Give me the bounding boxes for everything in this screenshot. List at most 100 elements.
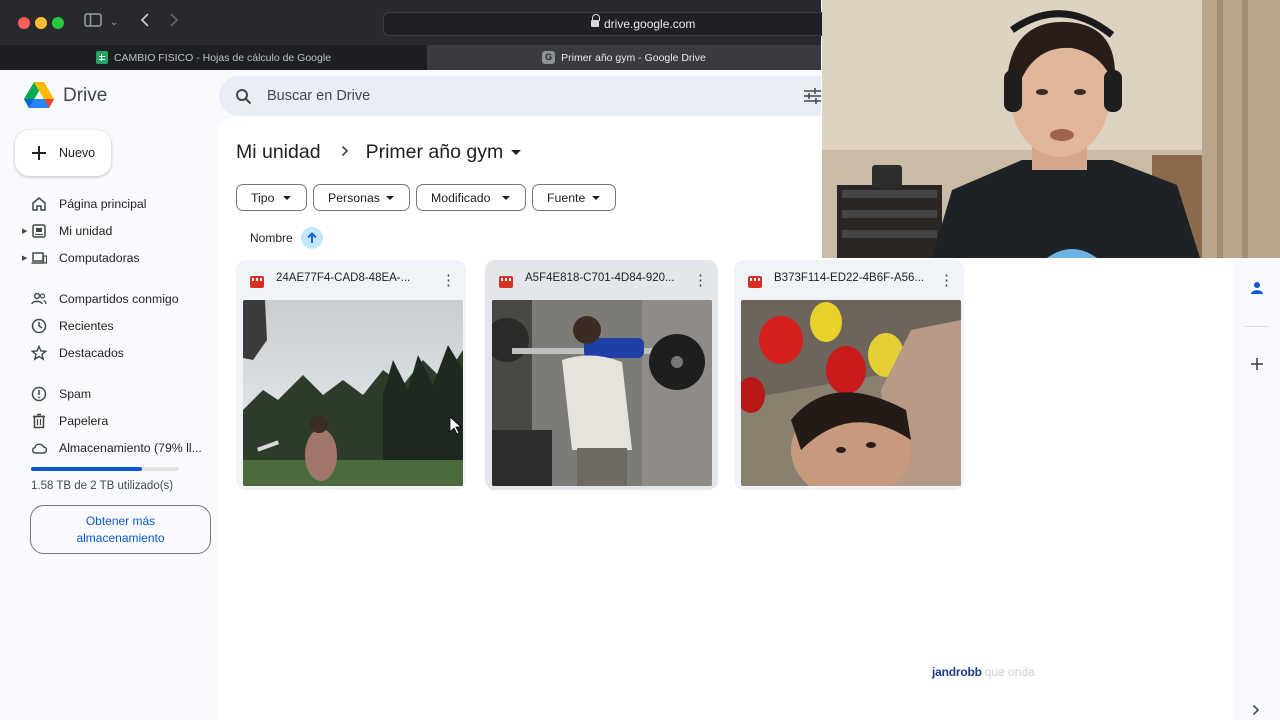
address-url: drive.google.com <box>604 17 696 31</box>
sidebar-item-label: Spam <box>59 387 92 401</box>
tab-label: CAMBIO FISICO - Hojas de cálculo de Goog… <box>113 51 332 64</box>
new-button-label: Nuevo <box>59 146 96 160</box>
chat-username: jandrobb <box>932 665 982 679</box>
sidebar-item-label: Página principal <box>59 197 147 211</box>
search-bar[interactable]: Buscar en Drive <box>219 76 821 116</box>
sidebar-item-home[interactable]: Página principal <box>0 192 218 216</box>
file-card[interactable]: A5F4E818-C701-4D84-920... ⋮ <box>485 260 718 490</box>
sidebar-item-storage[interactable]: Almacenamiento (79% ll... <box>0 436 218 460</box>
sidebar-toggle-icon[interactable] <box>84 12 102 35</box>
filter-type[interactable]: Tipo <box>236 184 307 211</box>
filter-label: Fuente <box>547 190 586 205</box>
add-addon-icon[interactable] <box>1250 357 1264 371</box>
sheets-icon <box>95 51 108 64</box>
expand-caret-icon[interactable]: ▶ <box>22 254 27 262</box>
webcam-overlay <box>822 0 1280 258</box>
sort-control[interactable]: Nombre <box>250 227 323 249</box>
video-thumbnail[interactable] <box>492 300 712 486</box>
close-window-button[interactable] <box>18 17 30 29</box>
sidebar-item-recent[interactable]: Recientes <box>0 314 218 338</box>
caret-down-icon <box>592 196 600 200</box>
chat-overlay: jandrobb que onda <box>932 665 1035 679</box>
maximize-window-button[interactable] <box>52 17 64 29</box>
breadcrumb-root[interactable]: Mi unidad <box>236 141 321 164</box>
sidebar-item-computers[interactable]: ▶ Computadoras <box>0 246 218 270</box>
folder-title: Primer año gym <box>365 141 504 163</box>
right-side-panel <box>1233 258 1280 720</box>
sidebar-item-label: Recientes <box>59 319 114 333</box>
back-arrow-icon[interactable] <box>139 12 151 35</box>
video-thumbnail[interactable] <box>741 300 961 486</box>
filter-label: Modificado <box>431 190 491 205</box>
star-icon <box>31 345 47 361</box>
sidebar-item-label: Compartidos conmigo <box>59 292 179 306</box>
new-button[interactable]: Nuevo <box>15 130 111 176</box>
video-file-icon <box>499 276 513 288</box>
chevron-right-icon[interactable] <box>1252 704 1260 716</box>
search-options-icon[interactable] <box>804 88 821 109</box>
home-icon <box>32 197 46 211</box>
contacts-icon[interactable] <box>1250 281 1264 295</box>
drive-logo-icon <box>24 82 54 108</box>
chat-message: que onda <box>984 665 1035 679</box>
sidebar: Nuevo Página principal ▶ Mi unidad ▶ Com… <box>0 120 218 720</box>
filter-label: Tipo <box>251 190 275 205</box>
filter-people[interactable]: Personas <box>313 184 410 211</box>
file-name: 24AE77F4-CAD8-48EA-... <box>276 272 411 284</box>
tab-primer-ano-gym[interactable]: G Primer año gym - Google Drive <box>427 45 821 70</box>
sidebar-item-label: Almacenamiento (79% ll... <box>59 441 202 455</box>
caret-down-icon <box>386 196 394 200</box>
forward-arrow-icon[interactable] <box>168 12 180 35</box>
sort-label: Nombre <box>250 231 293 245</box>
video-file-icon <box>250 276 264 288</box>
sidebar-item-label: Destacados <box>59 346 124 360</box>
search-icon[interactable] <box>235 88 252 110</box>
storage-usage-text: 1.58 TB de 2 TB utilizado(s) <box>31 480 174 492</box>
storage-progress-bar <box>31 467 179 471</box>
arrow-up-icon[interactable] <box>300 227 323 249</box>
sidebar-item-shared[interactable]: Compartidos conmigo <box>0 287 218 311</box>
filter-source[interactable]: Fuente <box>532 184 616 211</box>
breadcrumb: Mi unidad Primer año gym <box>236 141 522 164</box>
filter-label: Personas <box>328 190 380 205</box>
sidebar-item-my-drive[interactable]: ▶ Mi unidad <box>0 219 218 243</box>
get-more-storage-button[interactable]: Obtener más almacenamiento <box>30 505 211 554</box>
tab-cambio-fisico[interactable]: CAMBIO FISICO - Hojas de cálculo de Goog… <box>0 45 427 70</box>
expand-caret-icon[interactable]: ▶ <box>22 227 27 235</box>
browser-chrome: ⌄ drive.google.com CAMBIO FISICO - Hojas… <box>0 0 823 70</box>
tab-label: Primer año gym - Google Drive <box>561 51 706 64</box>
computer-icon <box>31 252 47 264</box>
more-options-icon[interactable]: ⋮ <box>693 272 708 290</box>
google-favicon-icon: G <box>542 51 556 64</box>
drive-logo[interactable]: Drive <box>24 82 107 109</box>
sidebar-item-label: Computadoras <box>59 251 140 265</box>
search-input[interactable]: Buscar en Drive <box>267 88 370 104</box>
video-file-icon <box>748 276 762 288</box>
minimize-window-button[interactable] <box>35 17 47 29</box>
file-name: A5F4E818-C701-4D84-920... <box>525 272 675 284</box>
chevron-right-icon <box>341 144 349 162</box>
spam-icon <box>31 386 47 402</box>
trash-icon <box>33 413 45 429</box>
plus-icon <box>32 146 46 160</box>
video-thumbnail[interactable] <box>243 300 463 486</box>
people-icon <box>31 292 47 305</box>
sidebar-item-spam[interactable]: Spam <box>0 382 218 406</box>
my-drive-icon <box>32 224 46 238</box>
sidebar-item-trash[interactable]: Papelera <box>0 409 218 433</box>
lock-icon <box>591 14 600 28</box>
app-name: Drive <box>63 84 108 106</box>
address-bar[interactable]: drive.google.com <box>383 12 823 36</box>
caret-down-icon <box>502 196 510 200</box>
tab-group-chevron-icon[interactable]: ⌄ <box>110 12 118 34</box>
file-card[interactable]: B373F114-ED22-4B6F-A56... ⋮ <box>734 260 964 490</box>
filter-modified[interactable]: Modificado <box>416 184 526 211</box>
more-options-icon[interactable]: ⋮ <box>939 272 954 290</box>
more-options-icon[interactable]: ⋮ <box>441 272 456 290</box>
storage-progress-fill <box>31 467 143 471</box>
breadcrumb-current-folder[interactable]: Primer año gym <box>366 141 522 164</box>
file-card[interactable]: 24AE77F4-CAD8-48EA-... ⋮ <box>236 260 466 490</box>
clock-icon <box>31 318 47 334</box>
caret-down-icon <box>283 196 291 200</box>
sidebar-item-starred[interactable]: Destacados <box>0 341 218 365</box>
